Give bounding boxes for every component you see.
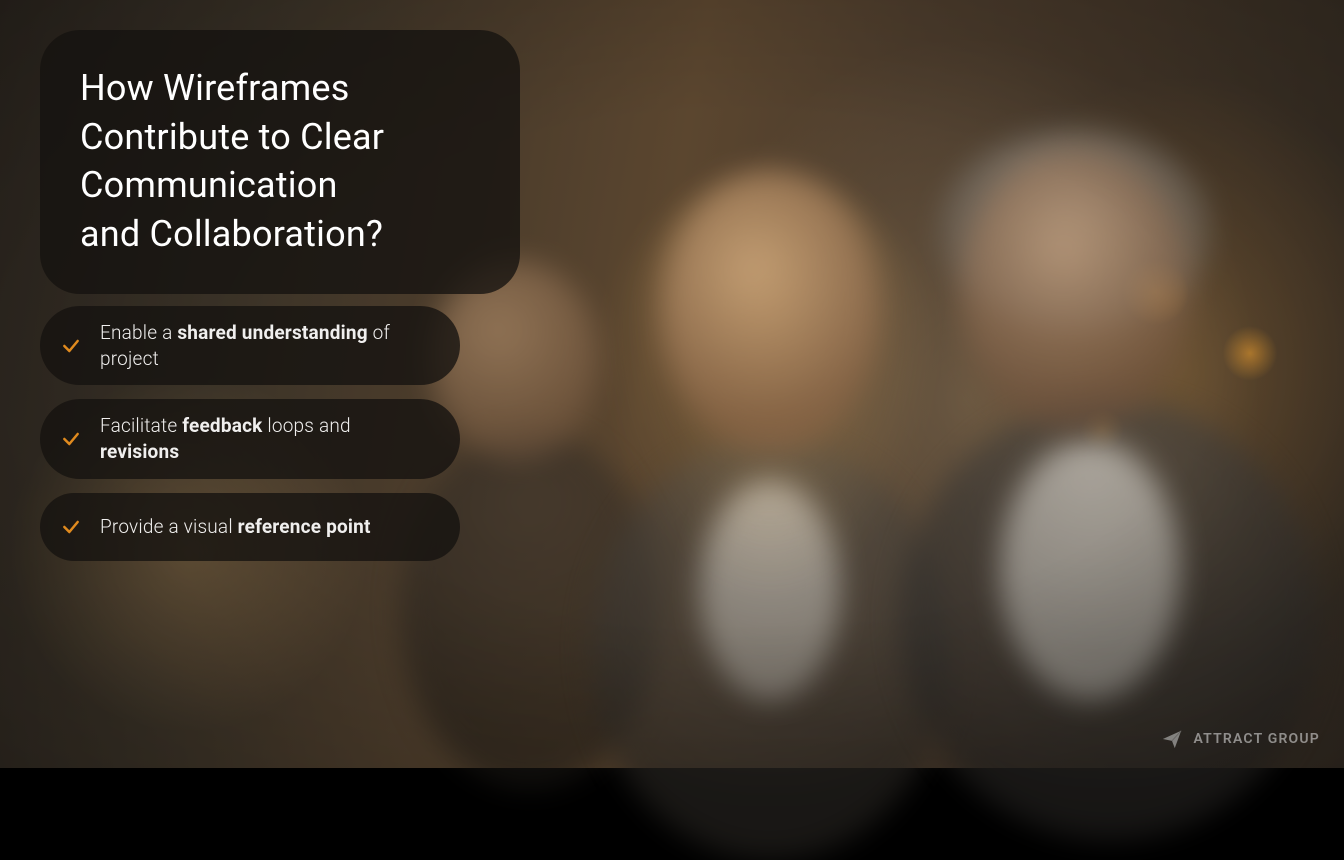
check-icon — [60, 335, 82, 357]
title-line-1: How Wireframes — [80, 67, 349, 109]
list-item-text: Facilitate feedback loops and revisions — [100, 413, 434, 464]
bullet-list: Enable a shared understanding of project… — [40, 306, 460, 561]
title-line-3: Communication — [80, 164, 338, 206]
page-title: How Wireframes Contribute to Clear Commu… — [80, 64, 480, 258]
list-item: Facilitate feedback loops and revisions — [40, 399, 460, 478]
title-card: How Wireframes Contribute to Clear Commu… — [40, 30, 520, 294]
brand-name: ATTRACT GROUP — [1193, 731, 1320, 747]
paper-plane-icon — [1161, 728, 1183, 750]
list-item: Provide a visual reference point — [40, 493, 460, 561]
content-overlay: How Wireframes Contribute to Clear Commu… — [0, 0, 1344, 768]
list-item-text: Enable a shared understanding of project — [100, 320, 434, 371]
brand-badge: ATTRACT GROUP — [1161, 728, 1320, 750]
check-icon — [60, 428, 82, 450]
title-line-4: and Collaboration? — [80, 213, 383, 255]
list-item: Enable a shared understanding of project — [40, 306, 460, 385]
list-item-text: Provide a visual reference point — [100, 514, 371, 540]
check-icon — [60, 516, 82, 538]
title-line-2: Contribute to Clear — [80, 116, 384, 158]
